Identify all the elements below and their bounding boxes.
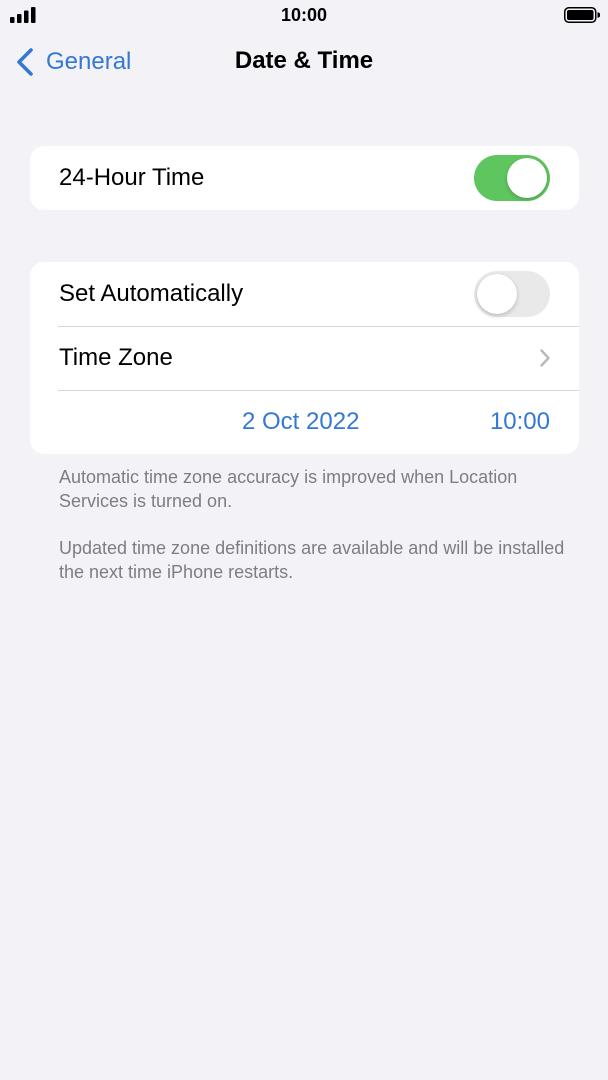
toggle-knob bbox=[477, 274, 517, 314]
footnote-time-zone-definitions: Updated time zone definitions are availa… bbox=[59, 538, 565, 582]
date-value[interactable]: 2 Oct 2022 bbox=[242, 408, 359, 436]
battery-full-icon bbox=[564, 7, 600, 23]
label-24-hour-time: 24-Hour Time bbox=[59, 164, 205, 191]
settings-group-date-time: Set Automatically Time Zone 2 Oct 2022 1… bbox=[30, 262, 579, 454]
row-set-automatically: Set Automatically bbox=[30, 262, 579, 326]
toggle-knob bbox=[507, 158, 547, 198]
row-time-zone[interactable]: Time Zone bbox=[30, 326, 579, 390]
row-date-time: 2 Oct 2022 10:00 bbox=[30, 390, 579, 454]
label-set-automatically: Set Automatically bbox=[59, 280, 244, 307]
status-bar: 10:00 bbox=[0, 0, 608, 30]
row-24-hour-time: 24-Hour Time bbox=[30, 146, 579, 210]
footnote-location-services: Automatic time zone accuracy is improved… bbox=[59, 467, 518, 511]
toggle-24-hour-time[interactable] bbox=[474, 155, 550, 201]
toggle-set-automatically[interactable] bbox=[474, 271, 550, 317]
time-value[interactable]: 10:00 bbox=[490, 408, 550, 436]
status-time: 10:00 bbox=[280, 5, 328, 25]
chevron-right-icon bbox=[540, 349, 550, 367]
navigation-bar: General Date & Time bbox=[0, 30, 608, 94]
settings-group-24-hour: 24-Hour Time bbox=[30, 146, 579, 210]
label-time-zone: Time Zone bbox=[59, 344, 173, 371]
page-title: Date & Time bbox=[234, 47, 374, 74]
